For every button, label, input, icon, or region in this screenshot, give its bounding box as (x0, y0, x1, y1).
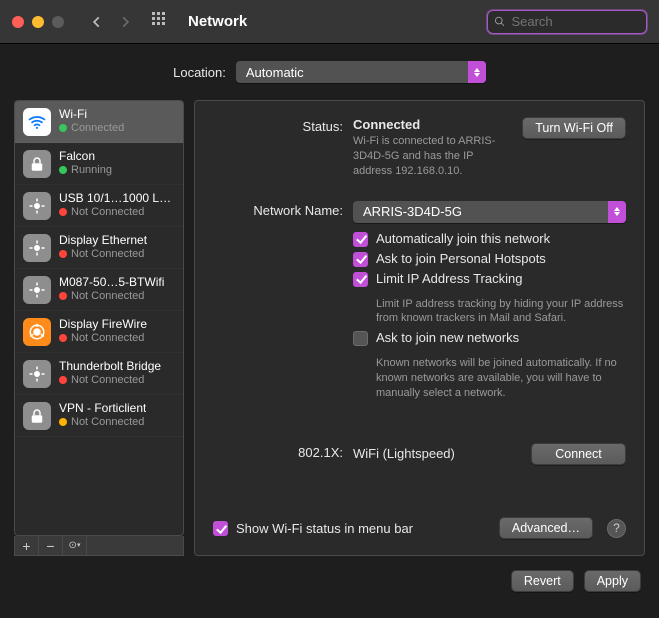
window-traffic-lights (12, 16, 64, 28)
network-list: Wi-FiConnectedFalconRunningUSB 10/1…1000… (14, 100, 184, 536)
fw-icon (23, 318, 51, 346)
footer: Revert Apply (0, 556, 659, 592)
status-dot-icon (59, 334, 67, 342)
sidebar-item-wi-fi[interactable]: Wi-FiConnected (15, 101, 183, 143)
limit-tracking-checkbox[interactable] (353, 272, 368, 287)
sidebar-item-status: Connected (71, 122, 124, 135)
show-status-bar-label: Show Wi-Fi status in menu bar (236, 521, 413, 536)
sidebar-item-status: Not Connected (71, 416, 144, 429)
select-stepper-icon (608, 201, 626, 223)
sidebar-item-display-ethernet[interactable]: Display EthernetNot Connected (15, 227, 183, 269)
sidebar-item-falcon[interactable]: FalconRunning (15, 143, 183, 185)
ask-new-networks-description: Known networks will be joined automatica… (376, 356, 626, 401)
location-select[interactable]: Automatic (236, 61, 486, 83)
lock-icon (23, 402, 51, 430)
sidebar-item-status: Running (71, 164, 112, 177)
forward-button[interactable] (118, 15, 132, 29)
status-dot-icon (59, 166, 67, 174)
sidebar-item-name: USB 10/1…1000 LAN (59, 192, 175, 206)
status-dot-icon (59, 124, 67, 132)
sidebar-item-name: Wi-Fi (59, 108, 124, 122)
eth-icon (23, 276, 51, 304)
network-name-value: ARRIS-3D4D-5G (363, 204, 462, 219)
eth-icon (23, 192, 51, 220)
select-stepper-icon (468, 61, 486, 83)
location-select-value: Automatic (246, 65, 304, 80)
sidebar-item-name: Display Ethernet (59, 234, 147, 248)
window-title: Network (188, 13, 247, 30)
sidebar-item-name: M087-50…5-BTWifi (59, 276, 164, 290)
sidebar-item-m087-50-5-btwifi[interactable]: M087-50…5-BTWifiNot Connected (15, 269, 183, 311)
sidebar-item-name: Thunderbolt Bridge (59, 360, 161, 374)
status-value: Connected (353, 117, 510, 132)
revert-button[interactable]: Revert (511, 570, 574, 592)
limit-tracking-description: Limit IP address tracking by hiding your… (376, 297, 626, 327)
ask-new-networks-checkbox[interactable] (353, 331, 368, 346)
sidebar-item-status: Not Connected (71, 374, 144, 387)
sidebar-item-name: VPN - Forticlient (59, 402, 146, 416)
sidebar-item-status: Not Connected (71, 206, 144, 219)
help-button[interactable]: ? (607, 519, 626, 538)
back-button[interactable] (90, 15, 104, 29)
location-row: Location: Automatic (0, 44, 659, 100)
auto-join-label: Automatically join this network (376, 231, 550, 246)
sidebar-item-name: Falcon (59, 150, 112, 164)
close-window-button[interactable] (12, 16, 24, 28)
network-name-select[interactable]: ARRIS-3D4D-5G (353, 201, 626, 223)
location-label: Location: (173, 65, 226, 80)
remove-network-button[interactable]: − (39, 536, 63, 555)
status-dot-icon (59, 376, 67, 384)
status-dot-icon (59, 208, 67, 216)
zoom-window-button[interactable] (52, 16, 64, 28)
lock-icon (23, 150, 51, 178)
status-label: Status: (213, 117, 343, 179)
network-name-label: Network Name: (213, 201, 343, 405)
search-icon (494, 15, 505, 28)
ask-new-networks-label: Ask to join new networks (376, 330, 519, 346)
eth-icon (23, 360, 51, 388)
turn-wifi-off-button[interactable]: Turn Wi-Fi Off (522, 117, 626, 139)
titlebar: Network (0, 0, 659, 44)
status-dot-icon (59, 250, 67, 258)
search-input[interactable] (511, 14, 640, 29)
sidebar-item-status: Not Connected (71, 248, 144, 261)
wifi-icon (23, 108, 51, 136)
status-dot-icon (59, 418, 67, 426)
network-list-controls: + − ⊙▾ (14, 536, 184, 556)
dot1x-value: WiFi (Lightspeed) (353, 446, 455, 461)
dot1x-label: 802.1X: (213, 443, 343, 465)
minimize-window-button[interactable] (32, 16, 44, 28)
eth-icon (23, 234, 51, 262)
sidebar-item-status: Not Connected (71, 290, 144, 303)
apply-button[interactable]: Apply (584, 570, 641, 592)
sidebar-item-name: Display FireWire (59, 318, 147, 332)
personal-hotspots-checkbox[interactable] (353, 252, 368, 267)
dot1x-connect-button[interactable]: Connect (531, 443, 626, 465)
sidebar-item-usb-10-1-1000-lan[interactable]: USB 10/1…1000 LANNot Connected (15, 185, 183, 227)
sidebar-item-display-firewire[interactable]: Display FireWireNot Connected (15, 311, 183, 353)
add-network-button[interactable]: + (15, 536, 39, 555)
show-all-icon[interactable] (152, 12, 168, 31)
show-status-bar-checkbox[interactable] (213, 521, 228, 536)
advanced-button[interactable]: Advanced… (499, 517, 593, 539)
status-description: Wi-Fi is connected to ARRIS-3D4D-5G and … (353, 134, 510, 179)
network-actions-button[interactable]: ⊙▾ (63, 536, 87, 555)
details-pane: Status: Connected Wi-Fi is connected to … (194, 100, 645, 556)
sidebar-item-thunderbolt-bridge[interactable]: Thunderbolt BridgeNot Connected (15, 353, 183, 395)
search-field[interactable] (487, 10, 647, 34)
sidebar-item-status: Not Connected (71, 332, 144, 345)
auto-join-checkbox[interactable] (353, 232, 368, 247)
limit-tracking-label: Limit IP Address Tracking (376, 271, 522, 287)
personal-hotspots-label: Ask to join Personal Hotspots (376, 251, 546, 266)
status-dot-icon (59, 292, 67, 300)
sidebar-item-vpn-forticlient[interactable]: VPN - ForticlientNot Connected (15, 395, 183, 437)
